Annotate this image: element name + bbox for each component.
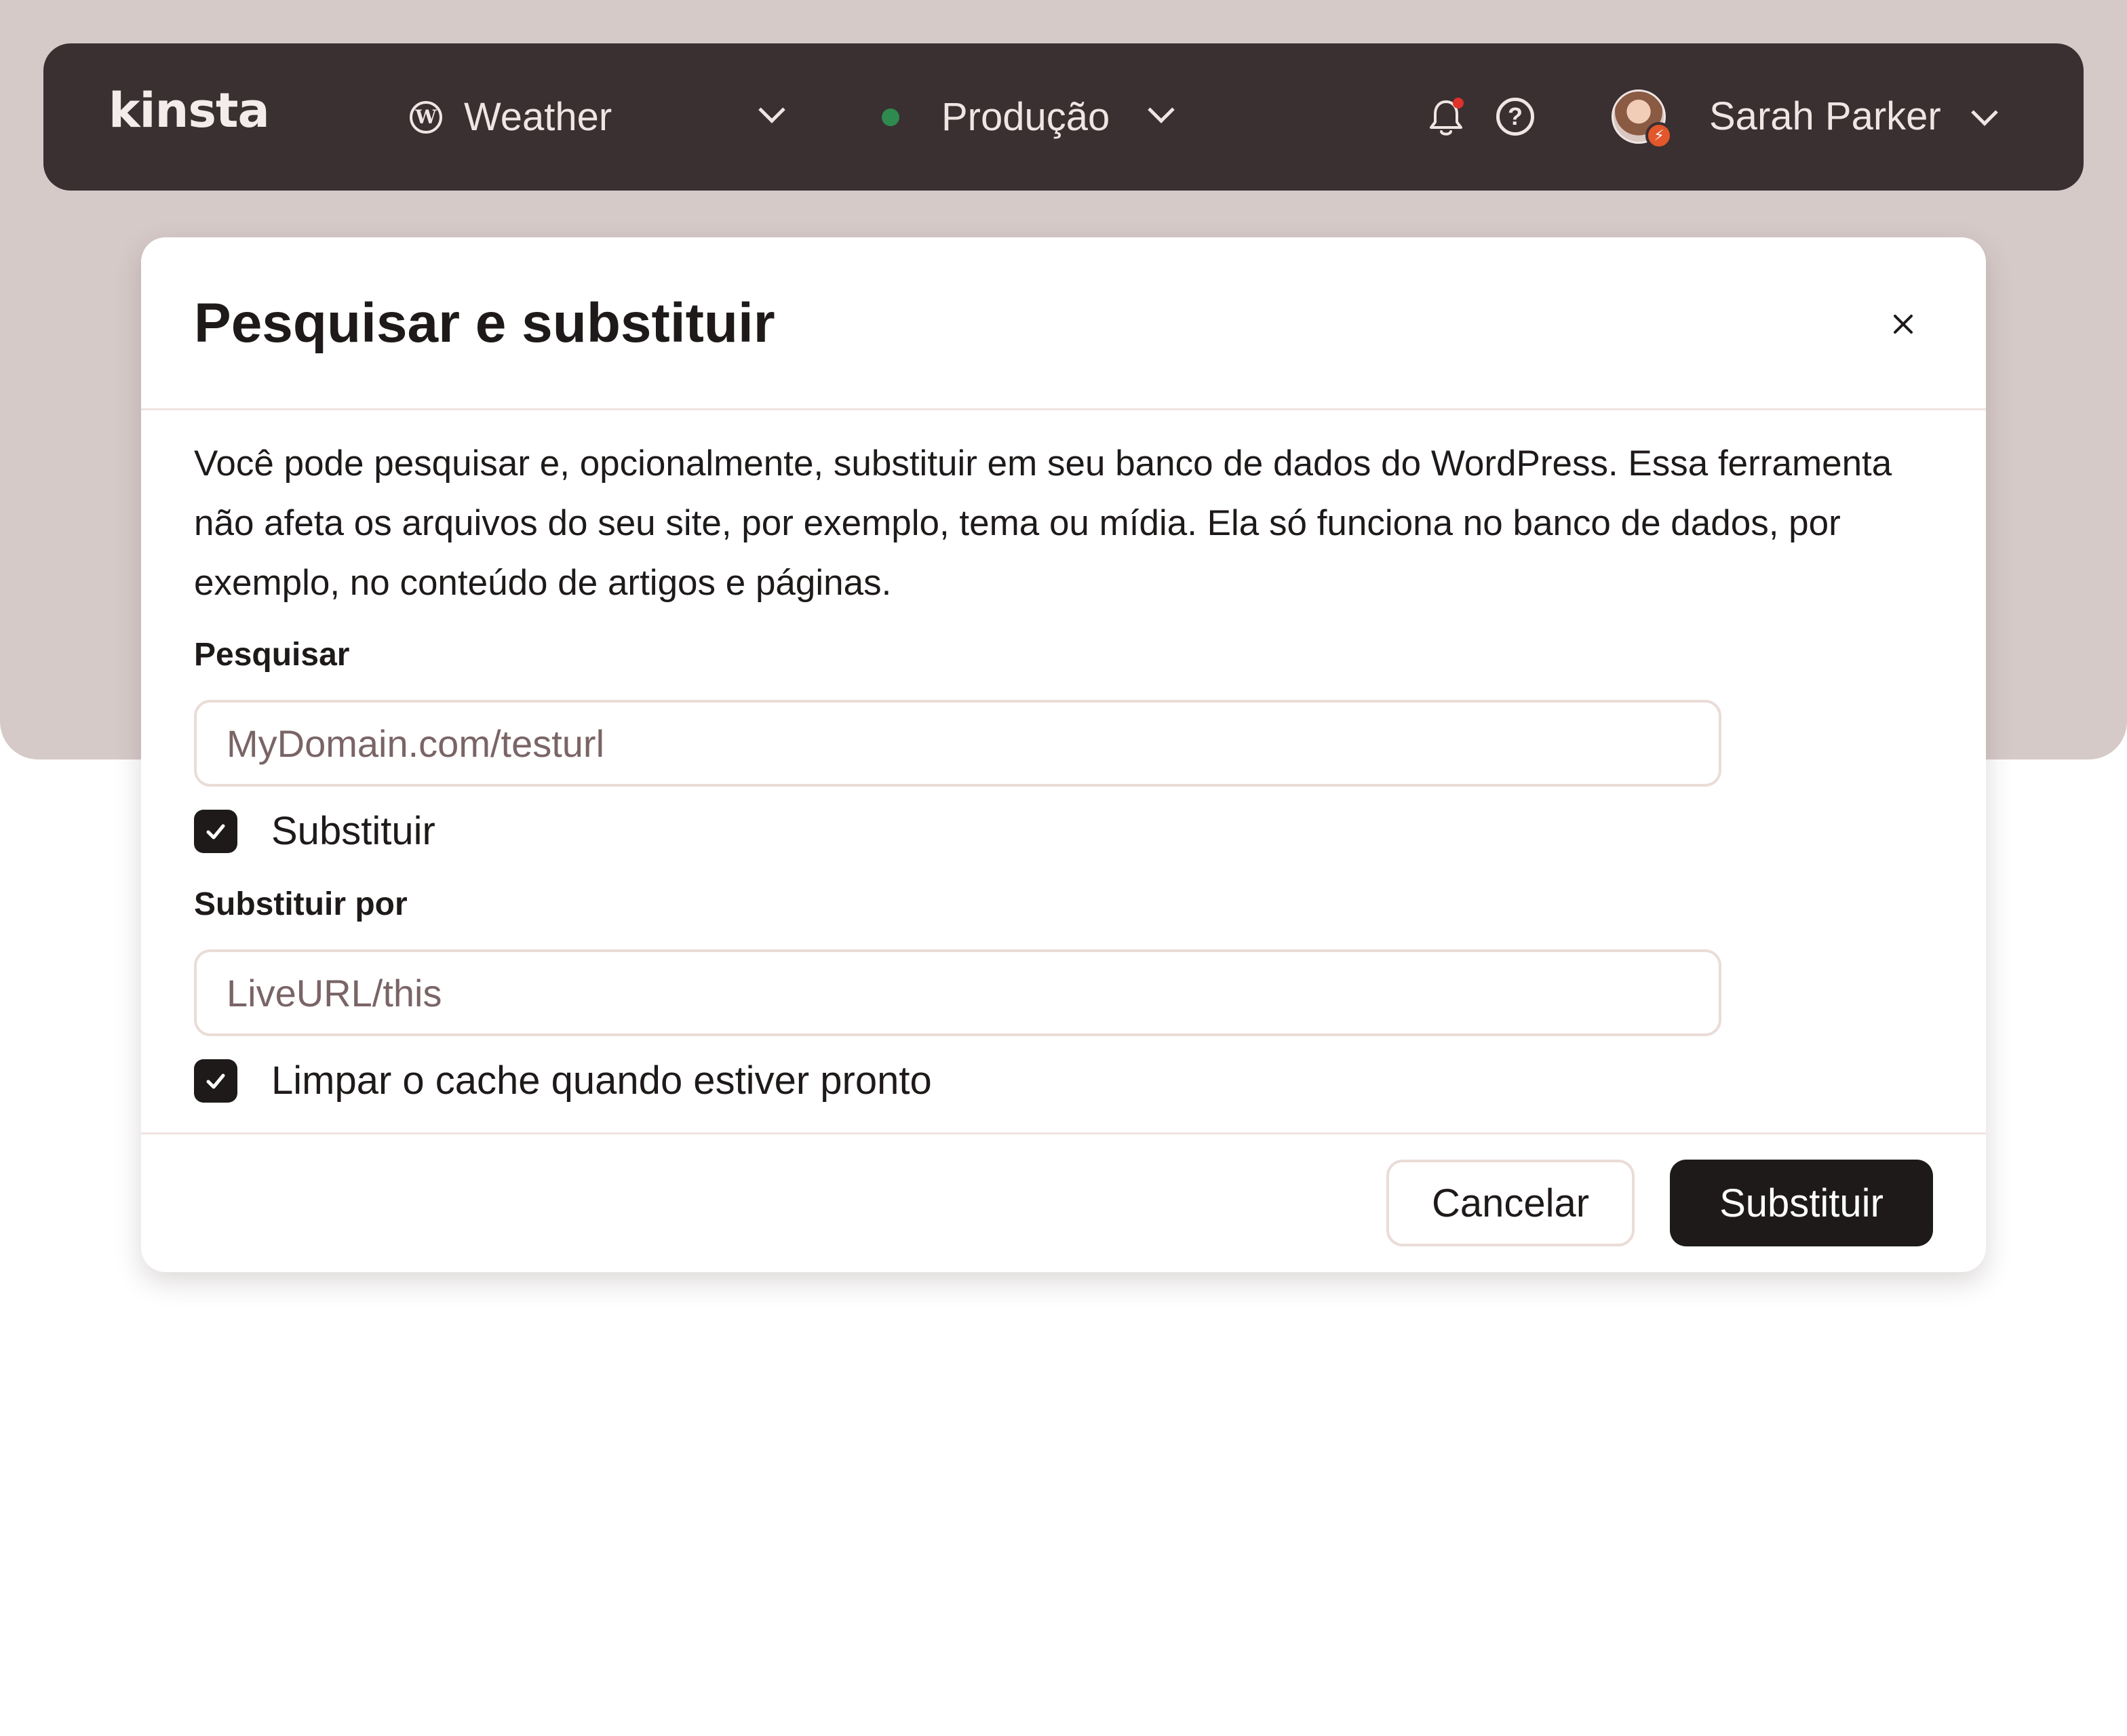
replace-button[interactable]: Substituir (1670, 1160, 1933, 1246)
replace-checkbox-label: Substituir (271, 809, 435, 853)
search-input[interactable] (194, 700, 1721, 787)
bolt-icon: ⚡ (1645, 122, 1673, 149)
close-icon[interactable] (1887, 308, 1919, 340)
wordpress-icon: W (410, 100, 442, 134)
site-name: Weather (464, 95, 612, 139)
replace-with-input[interactable] (194, 949, 1721, 1036)
environment-status-dot (882, 108, 899, 126)
help-icon[interactable]: ? (1496, 98, 1534, 136)
user-name[interactable]: Sarah Parker (1709, 94, 1941, 139)
environment-name: Produção (941, 95, 1110, 139)
kinsta-logo[interactable]: kinsta (109, 83, 270, 138)
replace-checkbox-row[interactable]: Substituir (194, 808, 435, 854)
replace-with-label: Substituir por (194, 886, 408, 922)
environment-selector[interactable]: Produção (882, 43, 1194, 191)
site-selector[interactable]: W Weather (410, 43, 796, 191)
replace-checkbox[interactable] (194, 809, 237, 853)
modal-title: Pesquisar e substituir (194, 292, 775, 354)
search-replace-modal: Pesquisar e substituir Você pode pesquis… (141, 237, 1986, 1272)
chevron-down-icon (758, 96, 785, 123)
check-icon (206, 824, 225, 839)
header-divider (141, 408, 1986, 410)
footer-divider (141, 1132, 1986, 1135)
notification-dot (1453, 98, 1464, 108)
clear-cache-checkbox-label: Limpar o cache quando estiver pronto (271, 1059, 932, 1103)
search-label: Pesquisar (194, 637, 350, 673)
chevron-down-icon[interactable] (1971, 99, 1998, 126)
bell-icon[interactable] (1427, 98, 1465, 138)
chevron-down-icon (1148, 96, 1175, 123)
clear-cache-checkbox-row[interactable]: Limpar o cache quando estiver pronto (194, 1058, 932, 1103)
check-icon (206, 1073, 225, 1088)
top-navigation-bar: kinsta W Weather Produção ? ⚡ Sarah Park… (43, 43, 2084, 191)
modal-description: Você pode pesquisar e, opcionalmente, su… (194, 443, 1892, 603)
cancel-button[interactable]: Cancelar (1386, 1160, 1635, 1246)
clear-cache-checkbox[interactable] (194, 1059, 237, 1103)
